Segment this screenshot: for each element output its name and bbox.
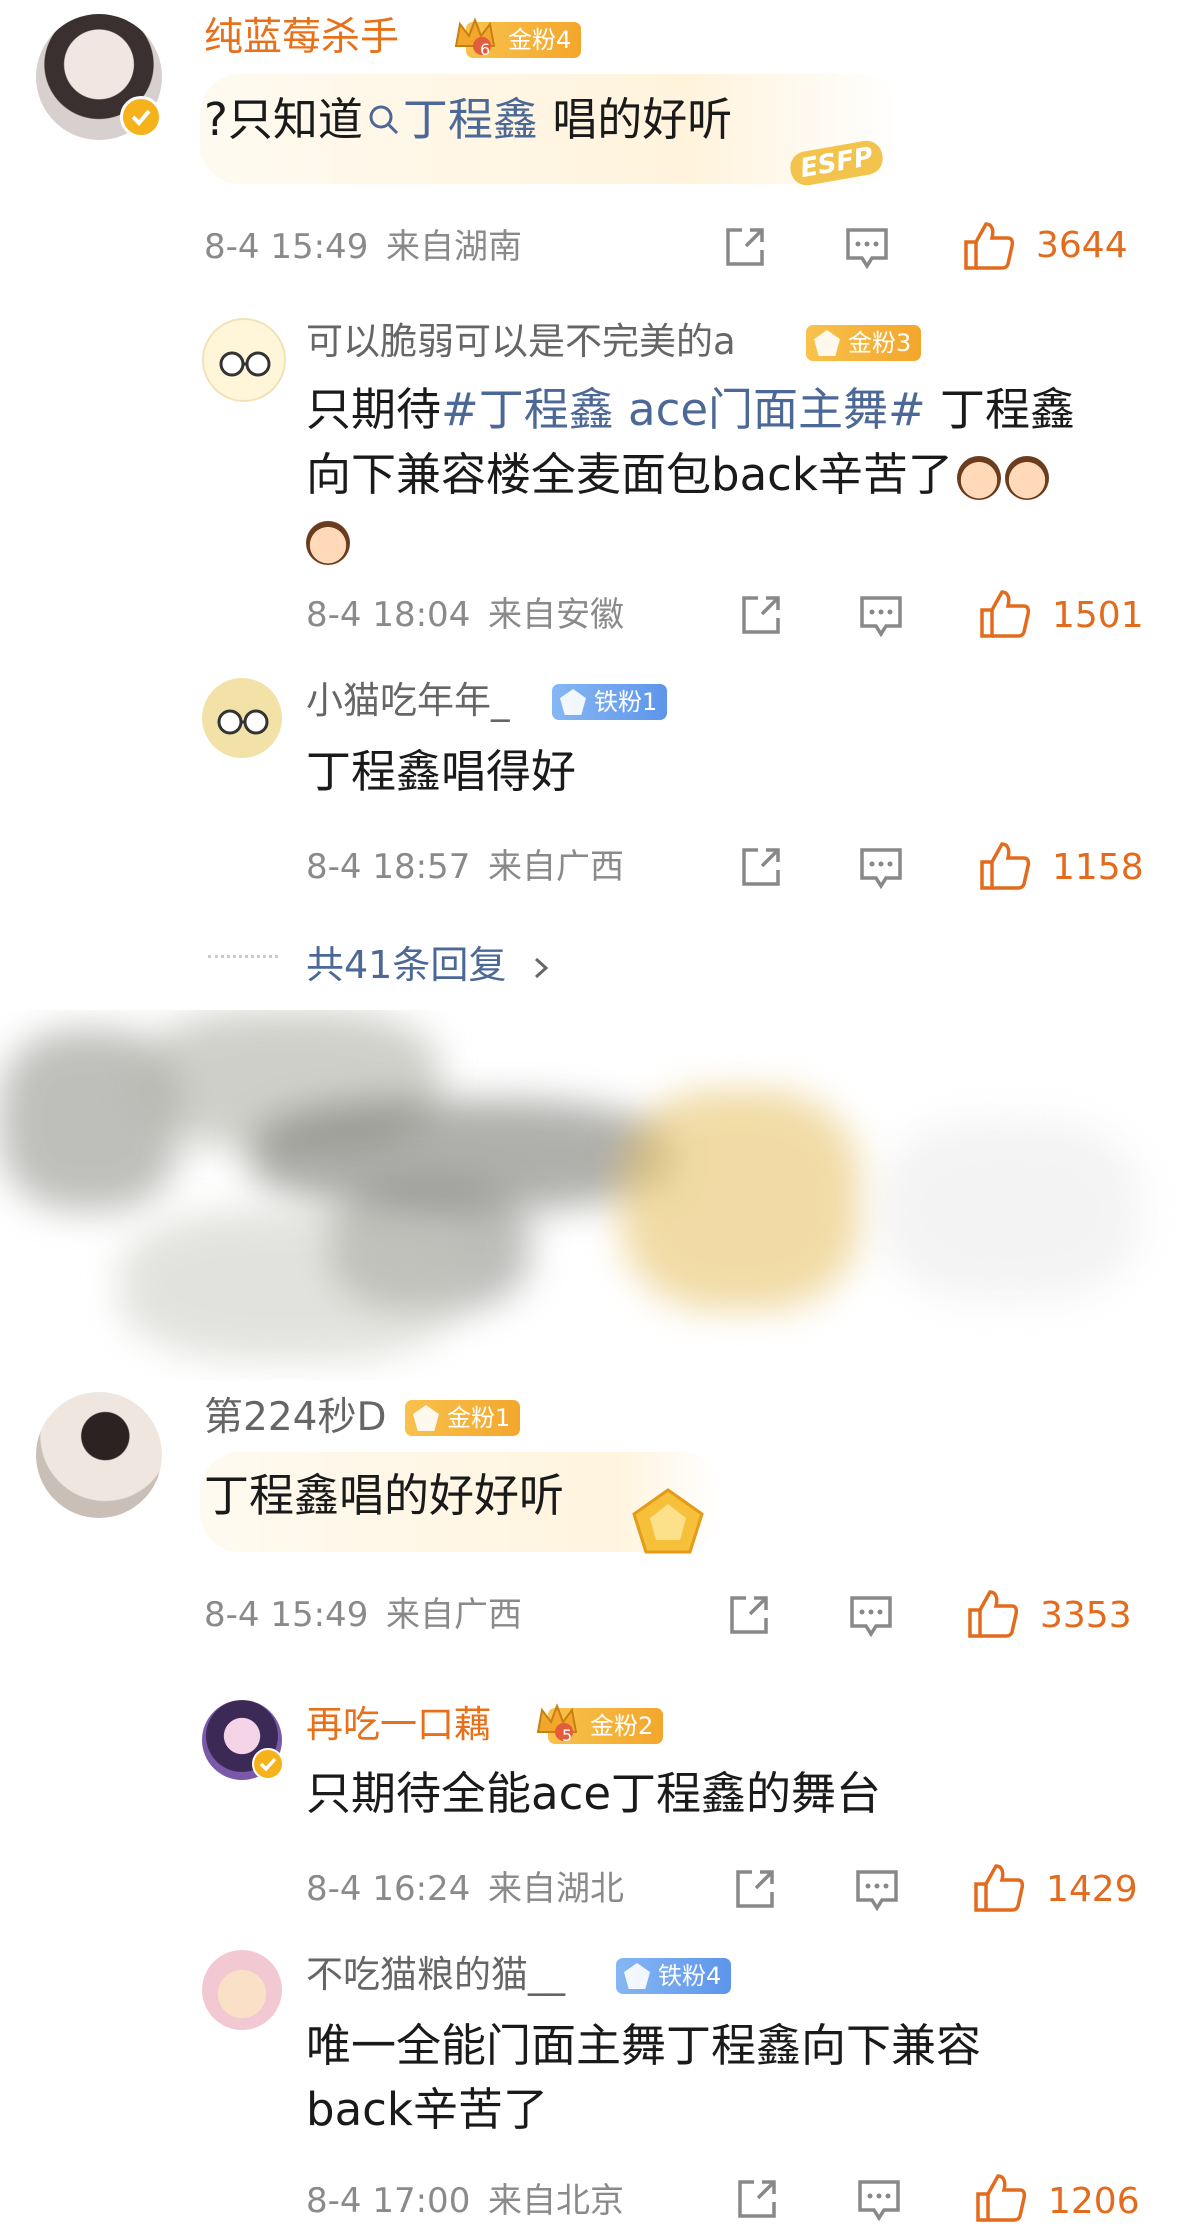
crown-icon [452, 12, 498, 68]
share-icon[interactable] [730, 1864, 780, 1918]
verified-icon [120, 96, 162, 138]
timestamp: 8-4 15:49 [204, 1595, 369, 1635]
timestamp: 8-4 18:04 [306, 595, 471, 635]
comment-icon[interactable] [846, 1590, 896, 1644]
fan-badge: 金粉1 [405, 1400, 521, 1436]
comment-text: 丁程鑫唱的好好听 [204, 1469, 565, 1522]
reply-text: 丁程鑫唱得好 [306, 745, 577, 798]
like-count: 1429 [1046, 1869, 1138, 1910]
comment-icon[interactable] [856, 842, 906, 896]
chevron-right-icon [535, 957, 549, 978]
location: 来自广西 [488, 847, 624, 887]
reply-text: 只期待全能ace丁程鑫的舞台 [306, 1767, 882, 1820]
like-icon[interactable] [978, 838, 1032, 896]
badge-label: 金粉1 [447, 1404, 511, 1432]
badge-label: 铁粉4 [658, 1962, 722, 1990]
badge-label: 金粉2 [590, 1712, 654, 1740]
share-icon[interactable] [736, 590, 786, 644]
comment-icon[interactable] [842, 222, 892, 276]
fan-badge: 6 金粉4 [454, 17, 582, 59]
username[interactable]: 可以脆弱可以是不完美的a [306, 323, 736, 360]
comment-text-prefix: ?只知道 [204, 93, 363, 146]
comment-text: ?只知道 丁程鑫 唱的好听 [204, 90, 732, 151]
username[interactable]: 小猫吃年年_ [306, 682, 510, 719]
location: 来自湖南 [386, 227, 522, 267]
badge-label: 金粉4 [508, 26, 572, 54]
avatar[interactable] [36, 1392, 162, 1518]
emoji-icon [306, 521, 350, 565]
reply-text-line2-label: 向下兼容楼全麦面包back辛苦了 [306, 448, 953, 501]
fan-badge: 金粉3 [806, 325, 922, 361]
like-count: 1158 [1052, 847, 1144, 888]
share-icon[interactable] [736, 842, 786, 896]
reply-text-suffix: 丁程鑫 [925, 383, 1076, 436]
reply-text: 只期待#丁程鑫 ace门面主舞# 丁程鑫 [306, 380, 1075, 441]
like-icon[interactable] [974, 2170, 1028, 2228]
redacted-area [0, 1010, 1179, 1380]
location: 来自湖北 [488, 1869, 624, 1909]
timestamp: 8-4 15:49 [204, 227, 369, 267]
timestamp: 8-4 16:24 [306, 1869, 471, 1909]
like-icon[interactable] [978, 586, 1032, 644]
badge-label: 铁粉1 [594, 688, 658, 716]
like-icon[interactable] [972, 1860, 1026, 1918]
username[interactable]: 纯蓝莓杀手 [204, 18, 399, 57]
avatar[interactable] [202, 318, 286, 402]
reply-text-line3 [306, 510, 350, 571]
timestamp: 8-4 18:57 [306, 847, 471, 887]
topic-label: 丁程鑫 [402, 93, 538, 146]
comment-icon[interactable] [854, 2174, 904, 2228]
emoji-icon [956, 456, 1001, 500]
like-icon[interactable] [962, 218, 1016, 276]
username[interactable]: 不吃猫粮的猫__ [306, 1956, 565, 1993]
crown-level: 5 [562, 1726, 573, 1745]
comment-text-suffix: 唱的好听 [537, 93, 733, 146]
emoji-icon [1004, 456, 1049, 500]
reply-text-line2: 向下兼容楼全麦面包back辛苦了 [306, 445, 1049, 506]
timestamp: 8-4 17:00 [306, 2181, 471, 2221]
diamond-icon [624, 1963, 650, 1989]
crown-level: 6 [480, 40, 491, 59]
fan-badge: 铁粉4 [616, 1958, 732, 1994]
location: 来自广西 [386, 1595, 522, 1635]
search-icon [369, 105, 398, 135]
verified-icon [252, 1748, 284, 1780]
badge-label: 金粉3 [848, 329, 912, 357]
share-icon[interactable] [720, 222, 770, 276]
username[interactable]: 第224秒D [204, 1398, 386, 1437]
fan-badge: 铁粉1 [552, 684, 668, 720]
avatar[interactable] [202, 678, 282, 758]
reply-text-prefix: 只期待 [306, 383, 442, 436]
diamond-icon [413, 1405, 439, 1431]
fan-badge: 5 金粉2 [536, 1703, 664, 1745]
topic-link[interactable]: 丁程鑫 [363, 93, 538, 146]
diamond-icon [814, 330, 840, 356]
location: 来自北京 [488, 2181, 624, 2221]
like-icon[interactable] [966, 1586, 1020, 1644]
dotted-divider [208, 955, 278, 958]
username[interactable]: 再吃一口藕 [306, 1706, 491, 1743]
reply-text-line2: back辛苦了 [306, 2083, 548, 2136]
like-count: 1501 [1052, 595, 1144, 636]
more-replies-label: 共41条回复 [306, 943, 507, 987]
hashtag-link[interactable]: #丁程鑫 ace门面主舞# [441, 383, 926, 436]
avatar[interactable] [202, 1950, 282, 2030]
like-count: 1206 [1048, 2181, 1140, 2222]
crown-icon [534, 1698, 580, 1754]
comment-icon[interactable] [852, 1864, 902, 1918]
share-icon[interactable] [724, 1590, 774, 1644]
like-count: 3353 [1040, 1595, 1132, 1636]
comment-icon[interactable] [856, 590, 906, 644]
share-icon[interactable] [732, 2174, 782, 2228]
reply-text: 唯一全能门面主舞丁程鑫向下兼容 [306, 2019, 982, 2072]
diamond-icon [560, 689, 586, 715]
like-count: 3644 [1036, 225, 1128, 266]
more-replies-link[interactable]: 共41条回复 [306, 934, 556, 989]
gold-badge-icon [628, 1486, 708, 1560]
location: 来自安徽 [488, 595, 624, 635]
